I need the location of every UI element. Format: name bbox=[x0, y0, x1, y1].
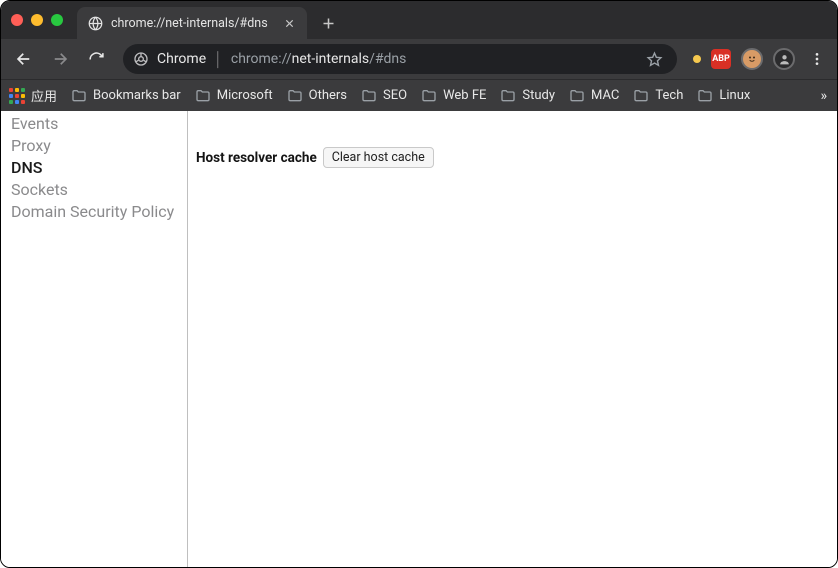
address-bar[interactable]: Chrome │ chrome://net-internals/#dns bbox=[123, 44, 677, 74]
close-window-button[interactable] bbox=[11, 14, 23, 26]
forward-button[interactable] bbox=[45, 44, 75, 74]
apps-shortcut[interactable]: 应用 bbox=[9, 86, 57, 105]
tab-title: chrome://net-internals/#dns bbox=[111, 16, 273, 31]
folder-icon bbox=[195, 88, 211, 104]
browser-tab[interactable]: chrome://net-internals/#dns bbox=[77, 7, 307, 39]
folder-icon bbox=[697, 88, 713, 104]
sidebar-item-domain-security-policy[interactable]: Domain Security Policy bbox=[11, 201, 187, 223]
url-separator: │ bbox=[214, 51, 223, 68]
bookmark-folder[interactable]: Tech bbox=[633, 88, 683, 104]
folder-icon bbox=[287, 88, 303, 104]
bookmark-folder[interactable]: Linux bbox=[697, 88, 750, 104]
bookmarks-bar: 应用 Bookmarks bar Microsoft Others SEO We… bbox=[1, 79, 837, 111]
bookmark-folder[interactable]: Web FE bbox=[421, 88, 486, 104]
host-resolver-row: Host resolver cache Clear host cache bbox=[196, 147, 829, 168]
bookmark-label: Tech bbox=[655, 88, 683, 103]
bookmark-folder[interactable]: Bookmarks bar bbox=[71, 88, 181, 104]
maximize-window-button[interactable] bbox=[51, 14, 63, 26]
octotree-extension-icon[interactable] bbox=[741, 48, 763, 70]
titlebar: chrome://net-internals/#dns bbox=[1, 1, 837, 39]
folder-icon bbox=[421, 88, 437, 104]
bookmark-label: Others bbox=[309, 88, 347, 103]
bookmark-label: MAC bbox=[591, 88, 619, 103]
url-scheme-label: Chrome bbox=[157, 51, 206, 67]
folder-icon bbox=[361, 88, 377, 104]
apps-grid-icon bbox=[9, 88, 25, 104]
folder-icon bbox=[569, 88, 585, 104]
bookmark-label: Study bbox=[522, 88, 555, 103]
clear-host-cache-button[interactable]: Clear host cache bbox=[323, 147, 434, 168]
globe-icon bbox=[87, 15, 103, 31]
bookmark-folder[interactable]: Others bbox=[287, 88, 347, 104]
bookmark-label: Microsoft bbox=[217, 88, 273, 103]
sidebar-item-proxy[interactable]: Proxy bbox=[11, 135, 187, 157]
sidebar-item-dns[interactable]: DNS bbox=[11, 157, 187, 179]
window-controls bbox=[11, 1, 77, 39]
folder-icon bbox=[633, 88, 649, 104]
bookmark-label: SEO bbox=[383, 88, 407, 103]
bookmark-label: Web FE bbox=[443, 88, 486, 103]
back-button[interactable] bbox=[9, 44, 39, 74]
reload-button[interactable] bbox=[81, 44, 111, 74]
bookmarks-overflow-icon[interactable]: » bbox=[820, 88, 829, 104]
sidebar-item-sockets[interactable]: Sockets bbox=[11, 179, 187, 201]
chrome-icon bbox=[133, 51, 149, 67]
url-host: net-internals bbox=[292, 51, 369, 67]
toolbar: Chrome │ chrome://net-internals/#dns ABP bbox=[1, 39, 837, 79]
bookmark-folder[interactable]: Study bbox=[500, 88, 555, 104]
apps-label: 应用 bbox=[31, 86, 57, 105]
host-resolver-heading: Host resolver cache bbox=[196, 150, 317, 166]
toolbar-right: ABP bbox=[689, 47, 829, 71]
page-content: Events Proxy DNS Sockets Domain Security… bbox=[1, 111, 837, 567]
minimize-window-button[interactable] bbox=[31, 14, 43, 26]
browser-window: chrome://net-internals/#dns Chrome │ c bbox=[0, 0, 838, 568]
kebab-menu-icon[interactable] bbox=[805, 47, 829, 71]
bookmark-label: Linux bbox=[719, 88, 750, 103]
main-panel: Host resolver cache Clear host cache bbox=[188, 111, 837, 567]
sidebar-nav: Events Proxy DNS Sockets Domain Security… bbox=[1, 111, 188, 567]
folder-icon bbox=[71, 88, 87, 104]
bookmark-star-icon[interactable] bbox=[641, 46, 667, 72]
url-path: /#dns bbox=[369, 51, 406, 67]
bookmark-folder[interactable]: MAC bbox=[569, 88, 619, 104]
new-tab-button[interactable] bbox=[315, 10, 341, 36]
sidebar-item-events[interactable]: Events bbox=[11, 113, 187, 135]
bookmark-folder[interactable]: SEO bbox=[361, 88, 407, 104]
profile-avatar[interactable] bbox=[773, 48, 795, 70]
close-tab-icon[interactable] bbox=[281, 15, 297, 31]
bookmark-folder[interactable]: Microsoft bbox=[195, 88, 273, 104]
folder-icon bbox=[500, 88, 516, 104]
extension-indicator-icon[interactable] bbox=[693, 55, 701, 63]
url-prefix: chrome:// bbox=[231, 51, 292, 67]
bookmark-label: Bookmarks bar bbox=[93, 88, 181, 103]
url-text: chrome://net-internals/#dns bbox=[231, 51, 633, 67]
abp-extension-icon[interactable]: ABP bbox=[711, 49, 731, 69]
